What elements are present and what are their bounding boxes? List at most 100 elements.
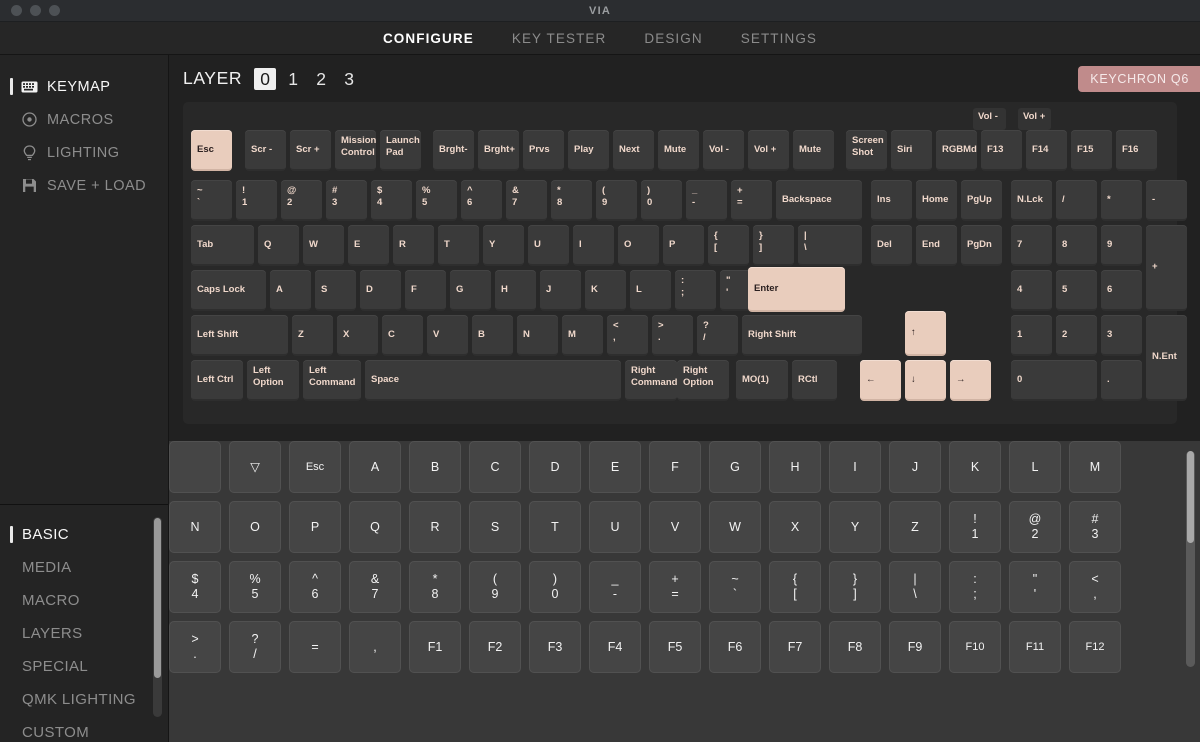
sidebar-item-macros[interactable]: MACROS <box>0 103 168 136</box>
key-picker-key[interactable]: F2 <box>469 621 521 673</box>
keyboard-key[interactable]: Prvs <box>523 130 564 171</box>
category-scrollbar[interactable] <box>153 517 162 717</box>
tab-design[interactable]: DESIGN <box>644 31 702 46</box>
key-picker-key[interactable]: A <box>349 441 401 493</box>
keyboard-key[interactable]: N.Ent <box>1146 315 1187 401</box>
keyboard-key[interactable]: {[ <box>708 225 749 266</box>
keyboard-key[interactable]: Del <box>871 225 912 266</box>
keyboard-key[interactable]: W <box>303 225 344 266</box>
key-picker-key[interactable]: F10 <box>949 621 1001 673</box>
keyboard-key[interactable]: N <box>517 315 558 356</box>
keyboard-key[interactable]: )0 <box>641 180 682 221</box>
keyboard-key[interactable]: PgDn <box>961 225 1002 266</box>
keyboard-key[interactable]: Next <box>613 130 654 171</box>
key-picker-key[interactable]: #3 <box>1069 501 1121 553</box>
key-picker-key[interactable]: H <box>769 441 821 493</box>
keyboard-key[interactable]: MissionControl <box>335 130 376 171</box>
key-picker-key[interactable]: _- <box>589 561 641 613</box>
keyboard-key[interactable]: += <box>731 180 772 221</box>
keyboard-key[interactable]: |\ <box>798 225 862 266</box>
keyboard-key[interactable]: @2 <box>281 180 322 221</box>
tab-key-tester[interactable]: KEY TESTER <box>512 31 607 46</box>
keyboard-key[interactable]: S <box>315 270 356 311</box>
floating-key-label[interactable]: Vol - <box>973 108 1006 130</box>
key-picker-key[interactable]: Q <box>349 501 401 553</box>
keyboard-key[interactable]: Backspace <box>776 180 862 221</box>
keyboard-key[interactable]: Mute <box>658 130 699 171</box>
keyboard-key[interactable]: - <box>1146 180 1187 221</box>
keyboard-key[interactable]: J <box>540 270 581 311</box>
key-picker-key[interactable]: $4 <box>169 561 221 613</box>
keyboard-key[interactable]: Q <box>258 225 299 266</box>
keyboard-key[interactable]: Brght- <box>433 130 474 171</box>
keyboard-key[interactable]: 7 <box>1011 225 1052 266</box>
key-picker-key[interactable]: Esc <box>289 441 341 493</box>
key-picker-key[interactable]: ▽ <box>229 441 281 493</box>
keyboard-key[interactable]: RCtl <box>792 360 837 401</box>
keyboard-key[interactable]: ^6 <box>461 180 502 221</box>
key-picker-key[interactable]: F6 <box>709 621 761 673</box>
keyboard-key[interactable]: Scr + <box>290 130 331 171</box>
key-picker-key[interactable]: C <box>469 441 521 493</box>
key-picker-key[interactable]: += <box>649 561 701 613</box>
key-picker-key[interactable]: T <box>529 501 581 553</box>
category-basic[interactable]: BASIC <box>0 518 168 551</box>
keyboard-key[interactable]: N.Lck <box>1011 180 1052 221</box>
keyboard-key[interactable]: ?/ <box>697 315 738 356</box>
keyboard-key[interactable]: RightCommand <box>625 360 677 401</box>
key-picker-key[interactable]: F4 <box>589 621 641 673</box>
key-picker-key[interactable] <box>169 441 221 493</box>
key-picker-key[interactable]: <, <box>1069 561 1121 613</box>
key-picker-key[interactable]: S <box>469 501 521 553</box>
keyboard-key[interactable]: ↑ <box>905 311 946 356</box>
keyboard-key[interactable]: I <box>573 225 614 266</box>
key-picker-key[interactable]: @2 <box>1009 501 1061 553</box>
keyboard-key[interactable]: (9 <box>596 180 637 221</box>
keyboard-key[interactable]: A <box>270 270 311 311</box>
keyboard-key[interactable]: G <box>450 270 491 311</box>
key-picker-key[interactable]: I <box>829 441 881 493</box>
keyboard-key[interactable]: F15 <box>1071 130 1112 171</box>
keyboard-key[interactable]: 8 <box>1056 225 1097 266</box>
keyboard-key[interactable]: Right Shift <box>742 315 862 356</box>
key-picker-key[interactable]: P <box>289 501 341 553</box>
keyboard-key[interactable]: 1 <box>1011 315 1052 356</box>
keyboard-key[interactable]: Y <box>483 225 524 266</box>
keyboard-key[interactable]: RGBMd+ <box>936 130 977 171</box>
key-picker-key[interactable]: :; <box>949 561 1001 613</box>
keyboard-key[interactable]: 4 <box>1011 270 1052 311</box>
keyboard-key[interactable]: 0 <box>1011 360 1097 401</box>
key-picker-key[interactable]: F <box>649 441 701 493</box>
key-picker-key[interactable]: N <box>169 501 221 553</box>
keyboard-key[interactable]: End <box>916 225 957 266</box>
keyboard-key[interactable]: #3 <box>326 180 367 221</box>
key-picker-key[interactable]: V <box>649 501 701 553</box>
key-picker-key[interactable]: D <box>529 441 581 493</box>
keyboard-key[interactable]: Vol - <box>703 130 744 171</box>
key-picker-key[interactable]: |\ <box>889 561 941 613</box>
keyboard-key[interactable]: Left Ctrl <box>191 360 243 401</box>
keyboard-key[interactable]: F14 <box>1026 130 1067 171</box>
key-picker-key[interactable]: = <box>289 621 341 673</box>
keyboard-key[interactable]: K <box>585 270 626 311</box>
key-picker-key[interactable]: U <box>589 501 641 553</box>
keyboard-key[interactable]: F16 <box>1116 130 1157 171</box>
key-picker-key[interactable]: F9 <box>889 621 941 673</box>
key-picker-key[interactable]: X <box>769 501 821 553</box>
keyboard-key[interactable]: Space <box>365 360 621 401</box>
keyboard-key[interactable]: <, <box>607 315 648 356</box>
tab-settings[interactable]: SETTINGS <box>741 31 817 46</box>
category-media[interactable]: MEDIA <box>0 551 168 584</box>
keyboard-key[interactable]: F13 <box>981 130 1022 171</box>
key-picker-key[interactable]: &7 <box>349 561 401 613</box>
keyboard-key[interactable]: 9 <box>1101 225 1142 266</box>
keyboard-key[interactable]: Caps Lock <box>191 270 266 311</box>
keyboard-key[interactable]: Mute <box>793 130 834 171</box>
keyboard-key[interactable]: Scr - <box>245 130 286 171</box>
keyboard-key[interactable]: Left Shift <box>191 315 288 356</box>
keyboard-key[interactable]: &7 <box>506 180 547 221</box>
keyboard-key[interactable]: Vol + <box>748 130 789 171</box>
key-picker-key[interactable]: W <box>709 501 761 553</box>
key-picker-key[interactable]: R <box>409 501 461 553</box>
keyboard-key[interactable]: L <box>630 270 671 311</box>
